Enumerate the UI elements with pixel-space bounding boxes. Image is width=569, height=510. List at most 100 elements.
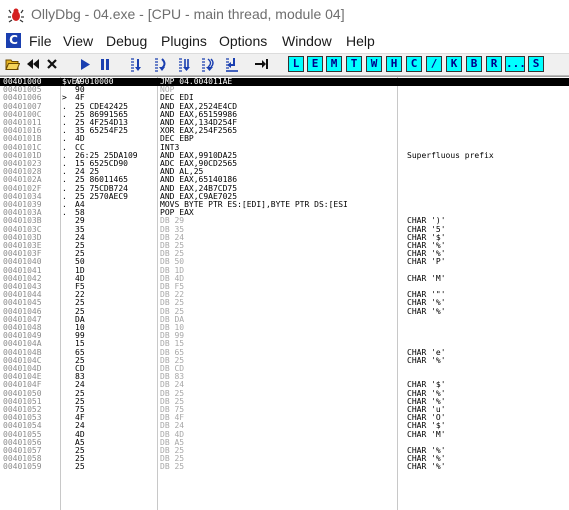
disassembly-row[interactable]: 0040104F 24 DB 24 CHAR '$' — [0, 381, 569, 389]
disassembly-row[interactable]: 00401023. 15 6525CD90 ADC EAX,90CD2565 — [0, 160, 569, 168]
disassembly-row[interactable]: 00401040 50 DB 50 CHAR 'P' — [0, 258, 569, 266]
disassembly-row[interactable]: 00401050 25 DB 25 CHAR '%' — [0, 389, 569, 398]
threads-button[interactable]: T — [346, 56, 362, 72]
disassembly-cell: POP EAX — [160, 209, 194, 218]
hex-dump-cell: 25 — [75, 299, 85, 308]
disassembly-row[interactable]: 00401052 75 DB 75 CHAR 'u' — [0, 406, 569, 414]
trace-over-icon[interactable] — [200, 56, 215, 72]
disassembly-row[interactable]: 0040102F. 25 75CDB724 AND EAX,24B7CD75 — [0, 184, 569, 193]
execute-till-return-icon[interactable] — [224, 56, 239, 72]
hex-dump-cell: 25 4F254D13 — [75, 119, 128, 127]
disassembly-row[interactable]: 00401039. A4 MOVS BYTE PTR ES:[EDI],BYTE P… — [0, 201, 569, 209]
disassembly-row[interactable]: 0040103F 25 DB 25 CHAR '%' — [0, 250, 569, 258]
disassembly-row[interactable]: 00401049 99 DB 99 — [0, 332, 569, 340]
menu-window[interactable]: Window — [282, 33, 332, 49]
disassembly-row[interactable]: 00401006 >4F DEC EDI — [0, 94, 569, 102]
handles-button[interactable]: H — [386, 56, 402, 72]
disassembly-row[interactable]: 00401046 25 DB 25 CHAR '%' — [0, 307, 569, 316]
disassembly-cell: XOR EAX,254F2565 — [160, 127, 238, 136]
disassembly-row[interactable]: 00401000 $vE9 A9010000 JMP 04.004011AE — [0, 78, 569, 86]
disassembly-row[interactable]: 00401011. 25 4F254D13 AND EAX,134D254F — [0, 119, 569, 127]
ollydbg-bug-icon — [8, 7, 24, 23]
log-window-button[interactable]: L — [288, 56, 304, 72]
hex-dump-cell: 4D — [75, 430, 85, 439]
disassembly-row[interactable]: 0040103B 29 DB 29 CHAR ')' — [0, 217, 569, 225]
cpu-button[interactable]: C — [406, 56, 422, 72]
disassembly-cell: DB 35 — [160, 225, 185, 234]
disassembly-row[interactable]: 00401028. 24 25 AND AL,25 — [0, 168, 569, 176]
disassembly-row[interactable]: 0040103A. 58 POP EAX — [0, 209, 569, 217]
patches-button[interactable]: / — [426, 56, 442, 72]
disassembly-row[interactable]: 0040104C 25 DB 25 CHAR '%' — [0, 356, 569, 365]
disassembly-row[interactable]: 0040101C. CC INT3 — [0, 143, 569, 152]
disassembly-row[interactable]: 0040104B 65 DB 65 CHAR 'e' — [0, 348, 569, 357]
disassembly-row[interactable]: 00401005 90 NOP — [0, 86, 569, 94]
hex-dump-cell: 65 — [75, 348, 85, 357]
disassembly-row[interactable]: 00401007. 25 CDE42425 AND EAX,2524E4CD — [0, 102, 569, 111]
hex-dump-cell: 25 — [75, 397, 85, 406]
disassembly-row[interactable]: 0040104A 15 DB 15 — [0, 340, 569, 348]
window-title: OllyDbg - 04.exe - [CPU - main thread, m… — [31, 6, 345, 22]
disassembly-row[interactable]: 00401045 25 DB 25 CHAR '%' — [0, 299, 569, 307]
open-folder-icon[interactable] — [5, 56, 20, 72]
disassembly-cell: DB 1D — [160, 266, 185, 275]
disassembly-row[interactable]: 0040103C 35 DB 35 CHAR '5' — [0, 225, 569, 234]
disassembly-pane[interactable]: 00401000 $vE9 A9010000 JMP 04.004011AE 00401… — [0, 76, 569, 510]
run-trace-button[interactable]: ... — [505, 56, 526, 72]
pause-icon[interactable] — [97, 56, 112, 72]
disassembly-row[interactable]: 00401043 F5 DB F5 — [0, 283, 569, 291]
disassembly-row[interactable]: 0040100C. 25 86991565 AND EAX,65159986 — [0, 110, 569, 119]
disassembly-row[interactable]: 0040103E 25 DB 25 CHAR '%' — [0, 242, 569, 250]
disassembly-cell: ADC EAX,90CD2565 — [160, 160, 238, 168]
disassembly-row[interactable]: 00401047 DA DB DA — [0, 315, 569, 324]
memory-map-button[interactable]: M — [326, 56, 342, 72]
disassembly-row[interactable]: 00401059 25 DB 25 CHAR '%' — [0, 463, 569, 471]
disassembly-row[interactable]: 00401041 1D DB 1D — [0, 266, 569, 275]
menu-plugins[interactable]: Plugins — [161, 33, 207, 49]
disassembly-row[interactable]: 00401044 22 DB 22 CHAR '"' — [0, 291, 569, 299]
menu-help[interactable]: Help — [346, 33, 375, 49]
disassembly-row[interactable]: 00401048 10 DB 10 — [0, 324, 569, 332]
menu-view[interactable]: View — [63, 33, 93, 49]
disassembly-row[interactable]: 00401058 25 DB 25 CHAR '%' — [0, 455, 569, 463]
marker-cell: . — [62, 208, 67, 218]
disassembly-row[interactable]: 00401051 25 DB 25 CHAR '%' — [0, 397, 569, 406]
menu-debug[interactable]: Debug — [106, 33, 147, 49]
disassembly-row[interactable]: 0040103D 24 DB 24 CHAR '$' — [0, 233, 569, 242]
hex-dump-cell: 24 — [75, 233, 85, 242]
disassembly-row[interactable]: 0040102A. 25 86011465 AND EAX,65140186 — [0, 176, 569, 184]
run-icon[interactable] — [77, 56, 92, 72]
disassembly-row[interactable]: 00401055 4D DB 4D CHAR 'M' — [0, 430, 569, 439]
disassembly-row[interactable]: 00401016. 35 65254F25 XOR EAX,254F2565 — [0, 127, 569, 135]
call-stack-button[interactable]: K — [446, 56, 462, 72]
disassembly-row[interactable]: 00401034. 25 2570AEC9 AND EAX,C9AE7025 — [0, 192, 569, 201]
disassembly-row[interactable]: 0040101B. 4D DEC EBP — [0, 135, 569, 143]
menu-file[interactable]: File — [29, 33, 52, 49]
step-over-icon[interactable] — [153, 56, 168, 72]
hex-dump-cell: 26:25 25DA109 — [75, 151, 138, 160]
cpu-window-icon[interactable]: C — [6, 33, 21, 48]
menu-options[interactable]: Options — [219, 33, 267, 49]
rewind-icon[interactable] — [25, 56, 40, 72]
step-into-icon[interactable] — [129, 56, 144, 72]
windows-button[interactable]: W — [366, 56, 382, 72]
executable-modules-button[interactable]: E — [307, 56, 323, 72]
close-icon[interactable] — [44, 56, 59, 72]
go-to-icon[interactable] — [254, 56, 269, 72]
hex-dump-cell: 35 — [75, 225, 85, 234]
disassembly-row[interactable]: 0040101D. 26:25 25DA109 AND EAX,9910DA25 Su… — [0, 151, 569, 160]
disassembly-cell: DB 65 — [160, 348, 185, 357]
disassembly-cell: DB 83 — [160, 373, 185, 382]
disassembly-row[interactable]: 0040104D CD DB CD — [0, 365, 569, 373]
disassembly-row[interactable]: 0040104E 83 DB 83 — [0, 373, 569, 381]
references-button[interactable]: R — [486, 56, 502, 72]
disassembly-row[interactable]: 00401057 25 DB 25 CHAR '%' — [0, 447, 569, 455]
trace-into-icon[interactable] — [177, 56, 192, 72]
source-button[interactable]: S — [528, 56, 544, 72]
breakpoints-button[interactable]: B — [466, 56, 482, 72]
hex-dump-cell: 25 2570AEC9 — [75, 192, 128, 201]
disassembly-row[interactable]: 00401042 4D DB 4D CHAR 'M' — [0, 274, 569, 283]
disassembly-row[interactable]: 00401053 4F DB 4F CHAR 'O' — [0, 414, 569, 422]
disassembly-row[interactable]: 00401054 24 DB 24 CHAR '$' — [0, 422, 569, 430]
disassembly-row[interactable]: 00401056 A5 DB A5 — [0, 438, 569, 447]
